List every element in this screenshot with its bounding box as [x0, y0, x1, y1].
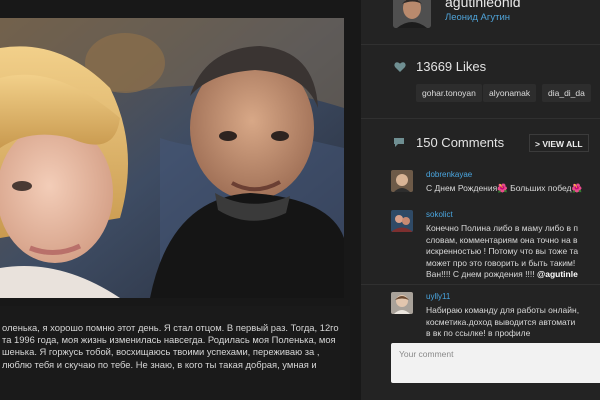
comment-item: uylly11 Набираю команду для работы онлай… [391, 292, 600, 340]
comment-username[interactable]: uylly11 [426, 292, 450, 301]
liker-tag[interactable]: alyonamak [483, 84, 537, 102]
post-sidebar: agutinleonid Леонид Агутин 13669 Likes g… [361, 0, 600, 400]
divider [361, 284, 600, 285]
comment-bubble-icon [394, 138, 404, 147]
divider [361, 118, 600, 119]
comment-item: dobrenkayae С Днем Рождения🌺 Больших поб… [391, 170, 600, 200]
comment-username[interactable]: sokolict [426, 210, 453, 219]
commenter-avatar-image [391, 170, 413, 192]
comment-item: sokolict Конечно Полина либо в маму либо… [391, 210, 600, 286]
comment-input[interactable]: Your comment [391, 343, 600, 383]
liker-tag[interactable]: dia_di_da [542, 84, 591, 102]
comment-username[interactable]: dobrenkayae [426, 170, 472, 179]
avatar-image [393, 0, 431, 28]
liker-tag[interactable]: gohar.tonoyan [416, 84, 482, 102]
post-photo[interactable] [0, 18, 344, 298]
view-all-comments-button[interactable]: > VIEW ALL [529, 134, 589, 152]
commenter-avatar[interactable] [391, 210, 413, 232]
post-caption: оленька, я хорошо помню этот день. Я ста… [0, 306, 350, 400]
caption-text: оленька, я хорошо помню этот день. Я ста… [2, 322, 339, 370]
likes-count: 13669 Likes [416, 59, 487, 74]
selfie-photo-image [0, 18, 344, 298]
profile-username[interactable]: agutinleonid [445, 0, 521, 10]
post-column: оленька, я хорошо помню этот день. Я ста… [0, 0, 361, 400]
commenter-avatar-image [391, 210, 413, 232]
commenter-avatar[interactable] [391, 292, 413, 314]
comment-text: Набираю команду для работы онлайн, косме… [426, 305, 580, 338]
heart-icon [394, 62, 406, 72]
commenter-avatar[interactable] [391, 170, 413, 192]
profile-full-name[interactable]: Леонид Агутин [445, 12, 510, 23]
profile-avatar[interactable] [393, 0, 431, 28]
comment-input-placeholder: Your comment [399, 349, 454, 359]
mention-link[interactable]: @agutinle [537, 269, 578, 279]
comments-count: 150 Comments [416, 135, 505, 150]
comment-text: Конечно Полина либо в маму либо в п слов… [426, 223, 600, 281]
comment-text: С Днем Рождения🌺 Больших побед🌺 [426, 183, 583, 193]
commenter-avatar-image [391, 292, 413, 314]
divider [361, 44, 600, 45]
